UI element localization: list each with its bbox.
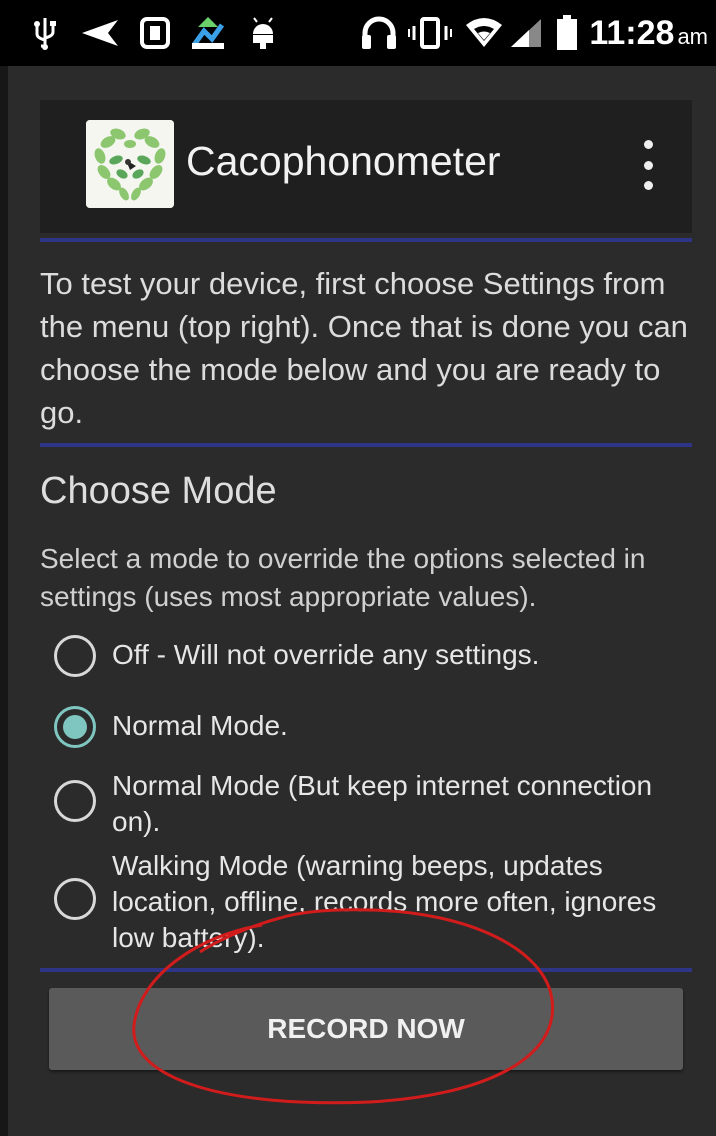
- screen-edge: [0, 66, 8, 1136]
- android-icon: [246, 16, 280, 50]
- battery-icon: [555, 15, 579, 50]
- app-title: Cacophonometer: [186, 138, 501, 184]
- option-label: Off - Will not override any settings.: [112, 639, 540, 670]
- mode-option-normal[interactable]: Normal Mode.: [50, 703, 700, 753]
- section-title: Choose Mode: [40, 470, 277, 512]
- divider: [40, 968, 692, 972]
- radio-button[interactable]: [54, 780, 96, 822]
- radio-button[interactable]: [54, 878, 96, 920]
- option-label: Normal Mode.: [112, 710, 288, 741]
- mode-option-normal-internet[interactable]: Normal Mode (But keep internet connectio…: [50, 768, 700, 842]
- record-now-button[interactable]: RECORD NOW: [49, 988, 683, 1070]
- menu-dot: [643, 140, 653, 149]
- radio-button-checked[interactable]: [54, 706, 96, 748]
- wifi-icon: [464, 16, 504, 50]
- section-description: Select a mode to override the options se…: [40, 543, 646, 612]
- status-bar: 11:28 am: [0, 0, 716, 66]
- option-label: Normal Mode (But keep internet connectio…: [112, 770, 653, 837]
- intro-text: To test your device, first choose Settin…: [40, 266, 688, 430]
- signal-icon: [508, 16, 544, 50]
- divider: [40, 238, 692, 242]
- menu-dot: [643, 160, 653, 170]
- headset-icon: [358, 16, 400, 50]
- menu-dot: [643, 181, 653, 190]
- overflow-menu-icon[interactable]: [638, 140, 658, 190]
- option-label: Walking Mode (warning beeps, updates loc…: [112, 850, 657, 953]
- app-screen: 11:28 am Cacophonometer To test your dev…: [0, 0, 716, 1136]
- mode-option-walking[interactable]: Walking Mode (warning beeps, updates loc…: [50, 848, 700, 958]
- clock-time: 11:28: [589, 14, 675, 52]
- app-bar: Cacophonometer: [40, 100, 692, 233]
- divider: [40, 443, 692, 447]
- vibrate-icon: [408, 16, 452, 50]
- send-icon: [80, 16, 120, 50]
- radio-button[interactable]: [54, 635, 96, 677]
- sim-icon: [138, 16, 172, 50]
- upload-icon: [190, 16, 226, 50]
- clock-ampm: am: [677, 24, 708, 49]
- usb-icon: [30, 16, 60, 50]
- clock: 11:28 am: [589, 14, 708, 53]
- mode-option-off[interactable]: Off - Will not override any settings.: [50, 632, 700, 682]
- app-logo-icon: [86, 120, 174, 208]
